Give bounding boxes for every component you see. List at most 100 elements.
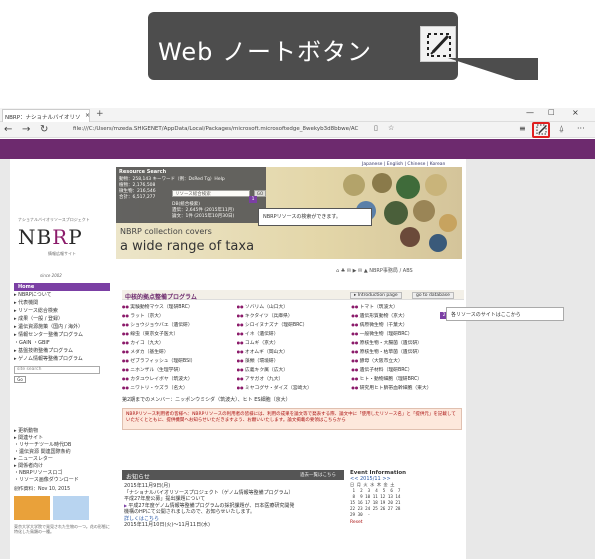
resource-link[interactable]: ゼブラフィッシュ（理研BSI） xyxy=(122,357,235,366)
featured-image-title: 創作資料：Nov 10, 2015 xyxy=(14,487,71,492)
sidebar-lower-item[interactable]: ▸ 関係者向け xyxy=(14,463,110,470)
resource-search-title: Resource Search xyxy=(119,169,167,175)
close-window-button[interactable]: × xyxy=(572,108,579,117)
resource-link[interactable]: コムギ（京大） xyxy=(237,339,350,348)
resource-link[interactable]: ヒト・動物細胞（理研BRC） xyxy=(351,375,464,384)
resource-link[interactable]: 一般微生物（理研BRC） xyxy=(351,330,464,339)
hero-title: a wide range of taxa xyxy=(120,239,255,254)
site-search-input[interactable]: site search xyxy=(14,366,100,374)
featured-caption: 東京大学大学院で発見された生物の一つ。花の形態に特化した鳥類の一種。 xyxy=(14,524,110,534)
sidebar-lower-item[interactable]: ・遺伝資源 関連国際条約 xyxy=(14,449,110,456)
resource-link[interactable]: カイコ（九大） xyxy=(122,339,235,348)
news-title: お知らせ xyxy=(126,474,150,481)
resource-link[interactable]: 病原微生物（千葉大） xyxy=(351,321,464,330)
featured-image[interactable] xyxy=(53,496,89,520)
sidebar-item-home[interactable]: Home xyxy=(14,283,110,291)
resource-link[interactable]: カタユウレイボヤ（筑波大） xyxy=(122,375,235,384)
sidebar-item[interactable]: ▸ リソース総合検索 xyxy=(14,307,110,315)
section-header: 中核的拠点整備プログラム ▸ Introduction page go to d… xyxy=(122,290,464,301)
resource-link[interactable]: ミヤコグサ・ダイズ（宮崎大） xyxy=(237,384,350,393)
nbrp-logo[interactable]: NBRP xyxy=(18,225,83,249)
sidebar-item[interactable]: ▸ 代表機関 xyxy=(14,299,110,307)
second-generation-members[interactable]: 第2期までのメンバー：ニッポンウミシダ（筑波大）、ヒト ES細胞（京大） xyxy=(122,396,464,403)
featured-image[interactable] xyxy=(14,496,50,520)
refresh-button[interactable]: ↻ xyxy=(40,124,48,135)
sidebar-item[interactable]: ▸ 遺伝資源施策（国内 / 海外） xyxy=(14,323,110,331)
back-button[interactable]: ← xyxy=(4,124,12,135)
reading-view-icon[interactable]: ▯ xyxy=(374,124,378,132)
resource-link[interactable]: アサガオ（九大） xyxy=(237,375,350,384)
resource-link[interactable]: オオムギ（岡山大） xyxy=(237,348,350,357)
resource-link[interactable]: 原核生物・大腸菌（遺伝研） xyxy=(351,339,464,348)
resource-link[interactable]: キクタイツ（兵庫県） xyxy=(237,312,350,321)
event-days[interactable]: 日 月 火 水 木 金 土 1 2 3 4 5 6 7 8 9 10 11 12… xyxy=(350,482,412,518)
url-field[interactable]: file:///C:/Users/mzeda.SHIGENET/AppData/… xyxy=(70,124,410,135)
resource-link[interactable]: ニワトリ・ウズラ（名大） xyxy=(122,384,235,393)
resource-link[interactable]: 実験動物マウス（理研BRC） xyxy=(122,303,235,312)
tab-bar: NBRP：ナショナルバイオリソ × + — □ × xyxy=(0,108,595,122)
sidebar-nav: Home ▸ NBRPについて ▸ 代表機関 ▸ リソース総合検索 ▸ 成果（一… xyxy=(14,283,110,383)
resource-link[interactable]: 藻類（環境研） xyxy=(237,357,350,366)
more-icon[interactable]: ··· xyxy=(577,124,585,133)
forward-button[interactable]: → xyxy=(22,124,30,135)
resource-grid: 実験動物マウス（理研BRC）ソバリム（山口大）トマト（筑波大）ラット（京大）キク… xyxy=(122,303,464,393)
header-bar xyxy=(0,139,595,159)
event-reset-button[interactable]: Reset xyxy=(350,520,412,525)
resource-link[interactable]: イネ（遺伝研） xyxy=(237,330,350,339)
resource-link[interactable]: ラット（京大） xyxy=(122,312,235,321)
browser-tab[interactable]: NBRP：ナショナルバイオリソ × xyxy=(2,109,90,122)
site-search-go-button[interactable]: Go xyxy=(14,376,26,383)
rs-line[interactable]: 論文：1件 (2015年10月30日) xyxy=(172,213,234,219)
sidebar-item[interactable]: ▸ ゲノム情報等整備プログラム xyxy=(14,355,110,363)
search-tooltip: NBRPリソースの検索ができます。 xyxy=(258,208,372,226)
resource-link[interactable]: ソバリム（山口大） xyxy=(237,303,350,312)
sidebar-item[interactable]: ▸ 情報センター整備プログラム xyxy=(14,331,110,339)
hub-icon[interactable]: ≡ xyxy=(519,124,526,133)
sidebar-item[interactable]: ▸ 基盤技術整備プログラム xyxy=(14,347,110,355)
sidebar-lower-item[interactable]: ▸ 更新動物 xyxy=(14,428,110,435)
sidebar-lower-item[interactable]: ▸ ニュースレター xyxy=(14,456,110,463)
new-tab-button[interactable]: + xyxy=(96,109,104,119)
resource-link[interactable]: シロイヌナズナ（理研BRC） xyxy=(237,321,350,330)
utility-links[interactable]: ⌂ ♣ ✉ ▶ ✉ ▲ NBRP事務局 / ABS xyxy=(336,267,413,274)
callout-pointer xyxy=(448,58,538,80)
resource-link[interactable]: 原核生物・枯草菌（遺伝研） xyxy=(351,348,464,357)
resource-link[interactable]: ニホンザル（生理学研） xyxy=(122,366,235,375)
event-calendar: Event Information << 2015/11 >> 日 月 火 水 … xyxy=(350,470,412,525)
section-title: 中核的拠点整備プログラム xyxy=(125,294,197,301)
sidebar-item[interactable]: ▸ 成果（一般 / 登録） xyxy=(14,315,110,323)
address-toolbar: ← → ↻ file:///C:/Users/mzeda.SHIGENET/Ap… xyxy=(0,122,595,138)
sidebar-lower-item[interactable]: ・リソース画像ダウンロード xyxy=(14,477,110,484)
resource-link[interactable]: ショウジョウバエ（遺伝研） xyxy=(122,321,235,330)
tab-close-icon[interactable]: × xyxy=(85,112,89,119)
page-content: Japanese | English | Chinese | Korean ナシ… xyxy=(10,159,466,559)
share-icon[interactable]: ⍙ xyxy=(559,124,564,134)
sidebar-item[interactable]: ▸ NBRPについて xyxy=(14,291,110,299)
resource-link[interactable]: 線虫（東京女子医大） xyxy=(122,330,235,339)
callout-label: Web ノートボタン xyxy=(158,38,372,66)
user-notice: NBRPリソース利用者の皆様へ：NBRPリソースの利用者の皆様には、利用の成果を… xyxy=(122,408,462,430)
core-program-section: 中核的拠点整備プログラム ▸ Introduction page go to d… xyxy=(122,290,464,430)
resource-link[interactable]: 広義キク属（広大） xyxy=(237,366,350,375)
sidebar-lower-item[interactable]: ・NBRPリソースロゴ xyxy=(14,470,110,477)
sidebar-lower-item[interactable]: ・リサーチツール時代DB xyxy=(14,442,110,449)
resource-link[interactable]: 遺伝子材料（理研BRC） xyxy=(351,366,464,375)
logo-subtitle: ナショナルバイオリソースプロジェクト xyxy=(18,217,90,222)
introduction-button[interactable]: ▸ Introduction page xyxy=(350,292,402,299)
featured-images xyxy=(14,496,110,520)
favorite-icon[interactable]: ☆ xyxy=(388,124,394,132)
sidebar-item[interactable]: ・GAIN ・GBIF xyxy=(14,339,110,347)
news-header: お知らせ 過去一覧はこちら xyxy=(122,470,344,481)
resource-link[interactable]: 研究用ヒト臍帯血幹細胞（東大） xyxy=(351,384,464,393)
resource-link[interactable]: 酵母（大阪市立大） xyxy=(351,357,464,366)
resource-link[interactable]: メダカ（基生研） xyxy=(122,348,235,357)
news-archive-link[interactable]: 過去一覧はこちら xyxy=(300,472,336,478)
resource-search-input[interactable]: リソース総合検索 xyxy=(172,190,250,197)
sidebar-lower-item[interactable]: ▸ 関連サイト xyxy=(14,435,110,442)
maximize-button[interactable]: □ xyxy=(548,108,555,116)
news-date: 2015年11月10日(火)〜11月11日(水) xyxy=(124,522,210,528)
web-note-button[interactable] xyxy=(532,122,550,138)
minimize-button[interactable]: — xyxy=(526,108,534,117)
tab-title: NBRP：ナショナルバイオリソ xyxy=(5,115,81,121)
database-button[interactable]: go to database xyxy=(412,292,454,299)
